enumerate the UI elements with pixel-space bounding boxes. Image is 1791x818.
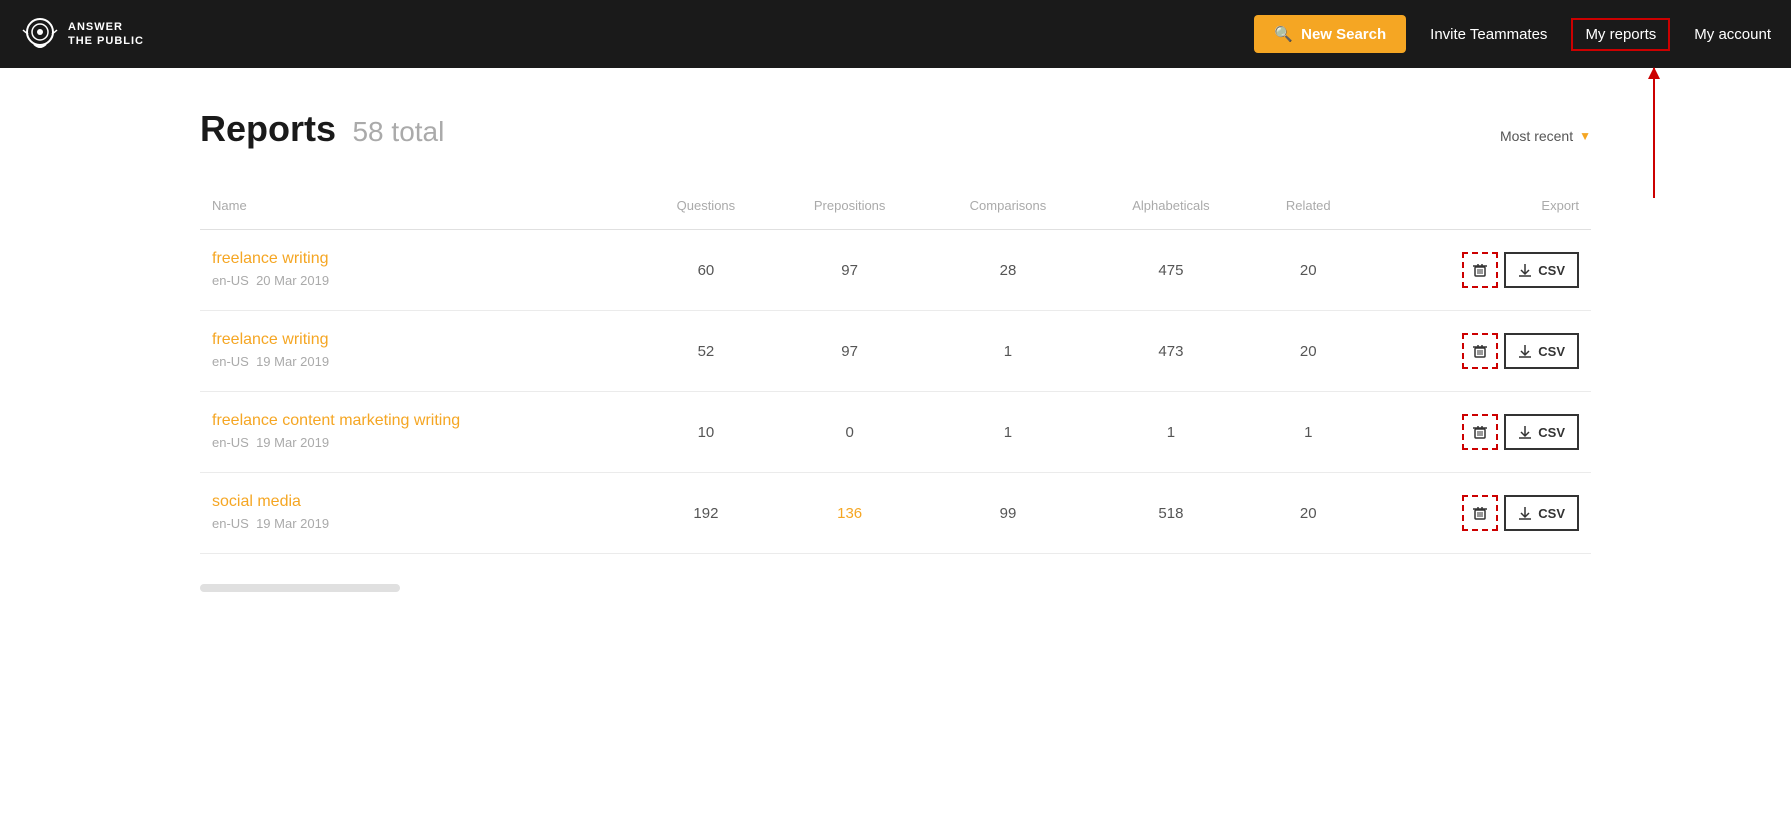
header: ANSWER THE PUBLIC 🔍 New Search Invite Te… [0,0,1791,68]
download-icon [1518,425,1532,439]
col-export: Export [1364,190,1591,230]
col-name: Name [200,190,639,230]
report-questions: 60 [639,230,772,311]
table-header: Name Questions Prepositions Comparisons … [200,190,1591,230]
report-meta: en-US 19 Mar 2019 [212,516,329,531]
csv-download-button[interactable]: CSV [1504,333,1579,369]
report-name-cell: freelance writing en-US 20 Mar 2019 [200,230,639,311]
report-prepositions: 0 [773,392,927,473]
report-prepositions: 97 [773,230,927,311]
table-row: freelance content marketing writing en-U… [200,392,1591,473]
report-questions: 10 [639,392,772,473]
invite-teammates-button[interactable]: Invite Teammates [1430,26,1547,43]
csv-download-button[interactable]: CSV [1504,252,1579,288]
report-name-cell: social media en-US 19 Mar 2019 [200,473,639,554]
export-cell: CSV [1364,392,1591,473]
logo-text: ANSWER THE PUBLIC [68,20,144,49]
trash-icon [1472,262,1488,278]
report-meta: en-US 19 Mar 2019 [212,435,329,450]
download-icon [1518,506,1532,520]
new-search-button[interactable]: 🔍 New Search [1254,15,1406,53]
report-alphabeticals: 475 [1089,230,1253,311]
col-questions: Questions [639,190,772,230]
report-questions: 192 [639,473,772,554]
my-account-button[interactable]: My account [1694,26,1771,43]
report-name-link[interactable]: freelance writing [212,250,627,268]
reports-table: Name Questions Prepositions Comparisons … [200,190,1591,554]
report-name-link[interactable]: freelance content marketing writing [212,412,627,430]
delete-button[interactable] [1462,333,1498,369]
table-body: freelance writing en-US 20 Mar 2019 6097… [200,230,1591,554]
report-name-cell: freelance content marketing writing en-U… [200,392,639,473]
report-questions: 52 [639,311,772,392]
delete-button[interactable] [1462,414,1498,450]
title-group: Reports 58 total [200,108,444,150]
report-alphabeticals: 518 [1089,473,1253,554]
report-comparisons: 1 [927,311,1089,392]
report-name-cell: freelance writing en-US 19 Mar 2019 [200,311,639,392]
delete-button[interactable] [1462,495,1498,531]
report-meta: en-US 19 Mar 2019 [212,354,329,369]
my-reports-button[interactable]: My reports [1571,18,1670,51]
report-prepositions: 136 [773,473,927,554]
sort-button[interactable]: Most recent ▼ [1500,128,1591,144]
report-alphabeticals: 1 [1089,392,1253,473]
export-cell: CSV [1364,230,1591,311]
report-related: 1 [1253,392,1364,473]
report-related: 20 [1253,473,1364,554]
csv-download-button[interactable]: CSV [1504,495,1579,531]
col-alphabeticals: Alphabeticals [1089,190,1253,230]
report-related: 20 [1253,311,1364,392]
page-title-row: Reports 58 total Most recent ▼ [200,108,1591,150]
export-cell: CSV [1364,473,1591,554]
col-related: Related [1253,190,1364,230]
delete-button[interactable] [1462,252,1498,288]
col-prepositions: Prepositions [773,190,927,230]
csv-download-button[interactable]: CSV [1504,414,1579,450]
report-name-link[interactable]: social media [212,493,627,511]
table-row: social media en-US 19 Mar 2019 192136995… [200,473,1591,554]
report-comparisons: 28 [927,230,1089,311]
report-alphabeticals: 473 [1089,311,1253,392]
search-icon: 🔍 [1274,25,1293,43]
export-cell: CSV [1364,311,1591,392]
report-name-link[interactable]: freelance writing [212,331,627,349]
logo-icon [20,14,60,54]
chevron-down-icon: ▼ [1579,129,1591,143]
page-subtitle: 58 total [352,116,444,147]
trash-icon [1472,424,1488,440]
download-icon [1518,344,1532,358]
report-comparisons: 1 [927,392,1089,473]
report-comparisons: 99 [927,473,1089,554]
col-comparisons: Comparisons [927,190,1089,230]
report-prepositions: 97 [773,311,927,392]
download-icon [1518,263,1532,277]
main-content: Reports 58 total Most recent ▼ Name Ques… [0,68,1791,818]
logo: ANSWER THE PUBLIC [20,14,144,54]
trash-icon [1472,343,1488,359]
header-nav: 🔍 New Search Invite Teammates My reports… [1254,15,1771,53]
report-meta: en-US 20 Mar 2019 [212,273,329,288]
scrollbar[interactable] [200,584,400,592]
table-row: freelance writing en-US 20 Mar 2019 6097… [200,230,1591,311]
table-row: freelance writing en-US 19 Mar 2019 5297… [200,311,1591,392]
report-related: 20 [1253,230,1364,311]
page-title: Reports [200,108,336,149]
trash-icon [1472,505,1488,521]
